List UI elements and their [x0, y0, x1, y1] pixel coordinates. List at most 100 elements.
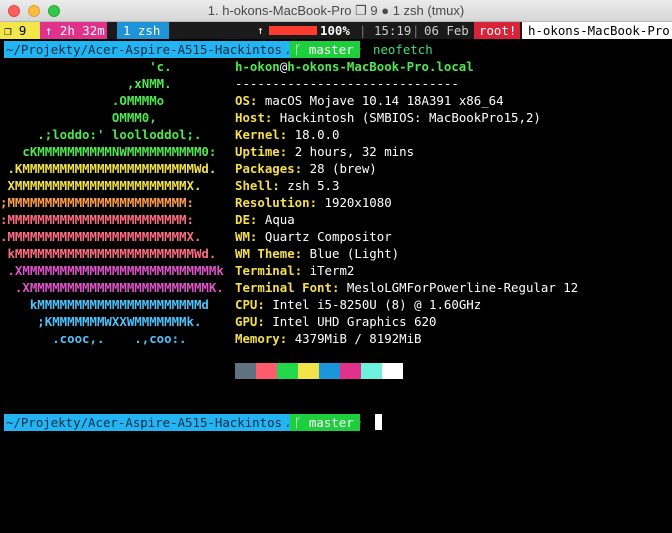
info-value: Intel UHD Graphics 620 [272, 314, 437, 329]
info-row: Host: Hackintosh (SMBIOS: MacBookPro15,2… [235, 109, 541, 126]
window-titlebar: 1. h-okons-MacBook-Pro ❐ 9 ● 1 zsh (tmux… [0, 0, 672, 22]
info-row: OS: macOS Mojave 10.14 18A391 x86_64 [235, 92, 504, 109]
logo-line: kMMMMMMMMMMMMMMMMMMMMMMd [0, 297, 209, 312]
info-key: Host [235, 110, 265, 125]
info-value: Quartz Compositor [264, 229, 392, 244]
info-key-colon: : [294, 246, 303, 261]
logo-line: 'c. [0, 59, 172, 74]
info-row: Uptime: 2 hours, 32 mins [235, 143, 414, 160]
git-branch-segment: ᚴ master [290, 41, 360, 58]
info-key: Shell [235, 178, 273, 193]
info-value: 18.0.0 [294, 127, 340, 142]
tmux-session-indicator[interactable]: ❐ 9 [0, 22, 40, 39]
root-indicator: root! [474, 22, 520, 39]
color-swatch [277, 363, 298, 379]
status-separator: | [359, 23, 367, 38]
info-key-colon: : [294, 161, 303, 176]
tmux-window-tab[interactable]: 1 zsh [117, 22, 169, 39]
info-key: Resolution [235, 195, 310, 210]
prompt-separator-arrow [283, 41, 290, 57]
battery-charging-icon: ↑ [257, 24, 264, 37]
info-value: 1920x1080 [324, 195, 392, 210]
logo-line: ,xNMM. [0, 76, 172, 91]
info-row: DE: Aqua [235, 211, 295, 228]
tmux-status-bar: ❐ 9 ↑ 2h 32m 1 zsh ↑ 100% | 15:19 | 06 F… [0, 22, 672, 39]
logo-line: .XMMMMMMMMMMMMMMMMMMMMMMMMK. [0, 280, 224, 295]
info-value: 2 hours, 32 mins [294, 144, 415, 159]
prompt-separator-arrow [354, 414, 361, 430]
logo-line: .XMMMMMMMMMMMMMMMMMMMMMMMMMMk [0, 263, 224, 278]
info-key: Terminal Font [235, 280, 332, 295]
info-row: Terminal Font: MesloLGMForPowerline-Regu… [235, 279, 578, 296]
info-value: zsh 5.3 [287, 178, 340, 193]
info-key-colon: : [279, 144, 288, 159]
logo-line: .OMMMMo [0, 93, 165, 108]
info-row: CPU: Intel i5-8250U (8) @ 1.60GHz [235, 296, 481, 313]
neofetch-separator: ------------------------------ [235, 76, 459, 91]
color-swatch [340, 363, 361, 379]
neofetch-title: h-okon@h-okons-MacBook-Pro.local [235, 58, 474, 75]
color-swatch [298, 363, 319, 379]
info-row: WM Theme: Blue (Light) [235, 245, 399, 262]
logo-line: kMMMMMMMMMMMMMMMMMMMMMMMMWd. [0, 246, 217, 261]
prompt-path: ~/Projekty/Acer-Aspire-A515-Hackintosh [4, 41, 292, 58]
info-key-colon: : [294, 263, 303, 278]
git-branch-name: master [308, 42, 354, 57]
info-value: 4379MiB / 8192MiB [294, 331, 422, 346]
info-key: CPU [235, 297, 258, 312]
info-row: Shell: zsh 5.3 [235, 177, 339, 194]
color-swatch [319, 363, 340, 379]
info-key-colon: : [249, 212, 258, 227]
logo-line: XMMMMMMMMMMMMMMMMMMMMMMMX. [0, 178, 202, 193]
terminal-pane[interactable]: ❐ 9 ↑ 2h 32m 1 zsh ↑ 100% | 15:19 | 06 F… [0, 22, 672, 467]
info-key: DE [235, 212, 250, 227]
battery-level-bar [269, 26, 317, 35]
info-key-colon: : [249, 93, 258, 108]
logo-line: .;loddo:' loolloddol;. [0, 127, 202, 142]
info-value: Intel i5-8250U (8) @ 1.60GHz [272, 297, 482, 312]
window-title: 1. h-okons-MacBook-Pro ❐ 9 ● 1 zsh (tmux… [207, 3, 465, 18]
logo-line: cKMMMMMMMMMMNWMMMMMMMMMM0: [0, 144, 217, 159]
info-row: WM: Quartz Compositor [235, 228, 392, 245]
status-separator: | [412, 23, 420, 38]
text-cursor[interactable] [375, 414, 382, 430]
info-key-colon: : [257, 314, 265, 329]
info-value: macOS Mojave 10.14 18A391 x86_64 [264, 93, 504, 108]
host-name: h-okons-MacBook-Pro.local [287, 59, 474, 74]
info-row: Kernel: 18.0.0 [235, 126, 339, 143]
info-value: Hackintosh (SMBIOS: MacBookPro15,2) [279, 110, 541, 125]
info-key-colon: : [331, 280, 340, 295]
color-swatch [382, 363, 403, 379]
git-branch-segment: ᚴ master [290, 414, 360, 431]
color-palette [235, 363, 403, 379]
info-row: Packages: 28 (brew) [235, 160, 377, 177]
logo-line: ;MMMMMMMMMMMMMMMMMMMMMMMM: [0, 195, 194, 210]
git-branch-icon: ᚴ [294, 42, 302, 57]
tmux-uptime: ↑ 2h 32m [40, 22, 107, 39]
prompt-path: ~/Projekty/Acer-Aspire-A515-Hackintosh [4, 414, 292, 431]
info-key: GPU [235, 314, 258, 329]
prompt-separator-arrow [354, 41, 361, 57]
info-key-colon: : [249, 229, 258, 244]
info-row: Memory: 4379MiB / 8192MiB [235, 330, 422, 347]
status-time: 15:19 [374, 23, 412, 38]
info-key: WM Theme [235, 246, 295, 261]
prompt-line: ~/Projekty/Acer-Aspire-A515-Hackintosh ᚴ… [0, 414, 672, 431]
info-key-colon: : [309, 195, 318, 210]
info-value: Blue (Light) [309, 246, 400, 261]
info-key: Uptime [235, 144, 280, 159]
logo-line: :MMMMMMMMMMMMMMMMMMMMMMMM: [0, 212, 194, 227]
prompt-line: ~/Projekty/Acer-Aspire-A515-Hackintosh ᚴ… [0, 41, 672, 58]
info-key-colon: : [279, 127, 288, 142]
status-hostname: h-okons-MacBook-Pro [522, 22, 672, 39]
git-branch-icon: ᚴ [294, 415, 302, 430]
info-row: Terminal: iTerm2 [235, 262, 354, 279]
info-key: WM [235, 229, 250, 244]
logo-line: .MMMMMMMMMMMMMMMMMMMMMMMMX. [0, 229, 202, 244]
info-value: 28 (brew) [309, 161, 377, 176]
info-key: Memory [235, 331, 280, 346]
info-value: iTerm2 [309, 263, 355, 278]
info-key-colon: : [272, 178, 280, 193]
info-key: Terminal [235, 263, 295, 278]
logo-line: .KMMMMMMMMMMMMMMMMMMMMMMMWd. [0, 161, 217, 176]
